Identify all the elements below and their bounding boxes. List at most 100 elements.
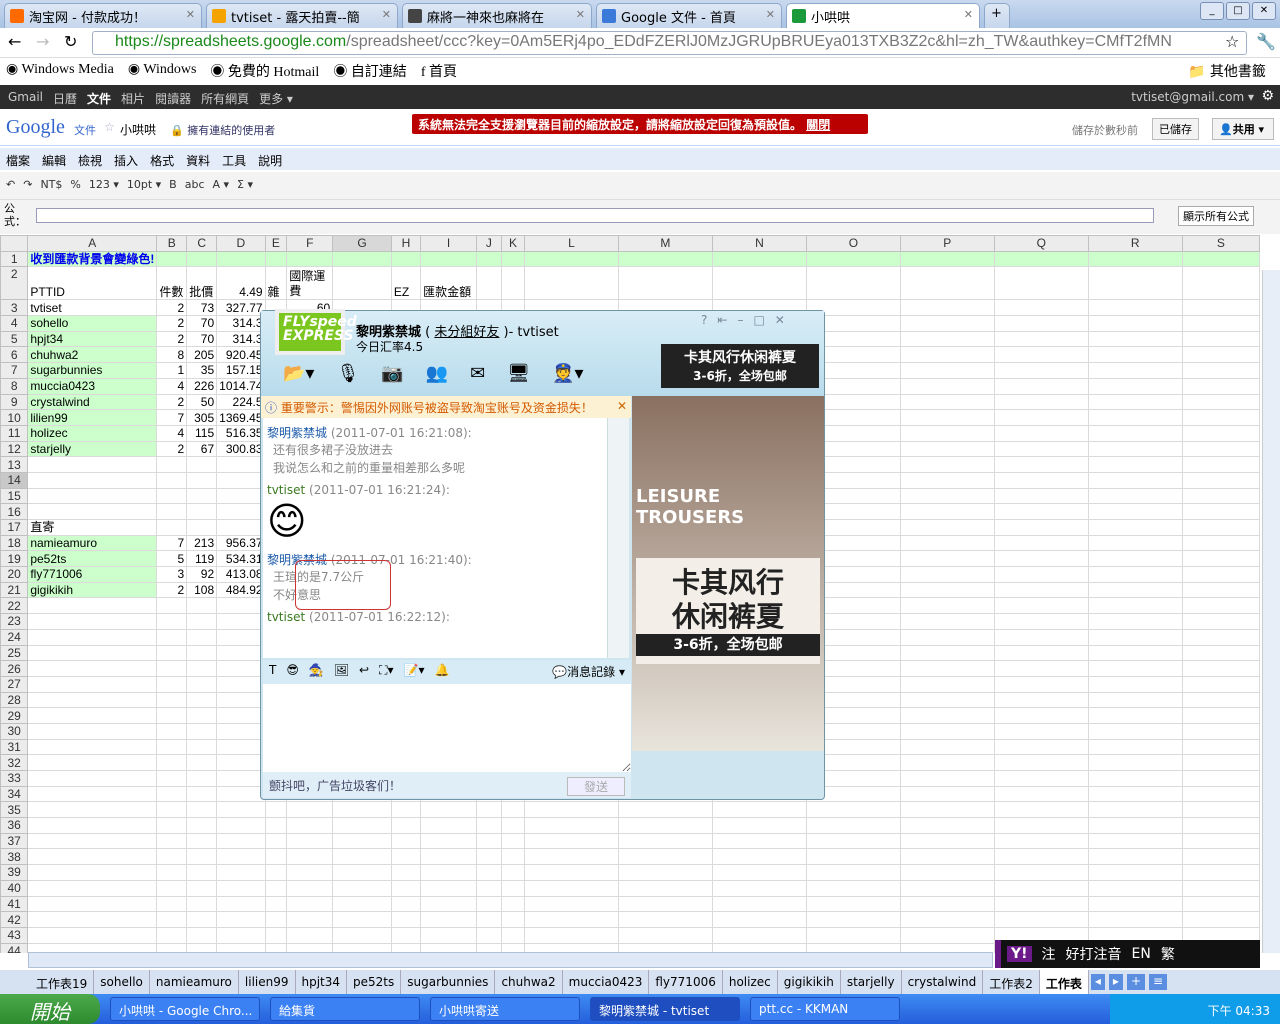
cell[interactable]: [216, 722, 266, 740]
cell[interactable]: [899, 597, 995, 615]
cell[interactable]: [993, 644, 1089, 662]
cell[interactable]: [420, 926, 477, 944]
cell[interactable]: [500, 879, 526, 897]
cell[interactable]: [216, 926, 266, 944]
cell[interactable]: [390, 250, 422, 268]
cell[interactable]: [420, 832, 477, 850]
cell[interactable]: [711, 848, 807, 866]
cell[interactable]: [899, 471, 995, 489]
cell[interactable]: 2: [156, 581, 188, 599]
cell[interactable]: 314.3: [216, 315, 266, 332]
cell[interactable]: [899, 895, 995, 913]
cell[interactable]: [156, 660, 188, 677]
sheet-tab[interactable]: holizec: [723, 970, 778, 994]
toolbar-button[interactable]: 10pt ▾: [127, 178, 161, 193]
taskbar-item[interactable]: 小哄哄寄送: [430, 997, 580, 1021]
cell[interactable]: [216, 817, 266, 834]
cell[interactable]: [993, 738, 1089, 756]
cell[interactable]: [156, 644, 188, 662]
cell[interactable]: [420, 864, 477, 881]
cell[interactable]: pe52ts: [27, 550, 158, 568]
cell[interactable]: 匯款金額: [420, 266, 477, 301]
cell[interactable]: [1087, 377, 1183, 395]
menu-item[interactable]: 格式: [150, 152, 174, 168]
cell[interactable]: [156, 785, 188, 803]
cell[interactable]: [805, 911, 901, 928]
cell[interactable]: [216, 597, 266, 615]
cell[interactable]: [524, 266, 619, 301]
cell[interactable]: 226: [186, 377, 218, 395]
row-header[interactable]: 22: [0, 597, 29, 615]
cell[interactable]: [186, 691, 218, 709]
bell-icon[interactable]: 🔔: [435, 663, 450, 681]
cell[interactable]: [899, 299, 995, 317]
cell[interactable]: [1181, 299, 1260, 317]
cell[interactable]: [1181, 566, 1260, 583]
cell[interactable]: [993, 471, 1089, 489]
cell[interactable]: 534.31: [216, 550, 266, 568]
cell[interactable]: [899, 926, 995, 944]
cell[interactable]: [1181, 895, 1260, 913]
cell[interactable]: [216, 487, 266, 505]
cell[interactable]: [156, 864, 188, 881]
undo-icon[interactable]: ↶: [6, 178, 15, 193]
row-header[interactable]: 42: [0, 911, 29, 928]
cell[interactable]: [899, 456, 995, 473]
cell[interactable]: lilien99: [27, 409, 158, 426]
cell[interactable]: [156, 487, 188, 505]
tab-close-icon[interactable]: ✕: [382, 8, 391, 21]
cell[interactable]: [475, 801, 502, 819]
cell[interactable]: [475, 848, 502, 866]
cell[interactable]: [186, 864, 218, 881]
cell[interactable]: [186, 801, 218, 819]
column-header[interactable]: O: [805, 235, 901, 252]
cell[interactable]: muccia0423: [27, 377, 158, 395]
cell[interactable]: [27, 926, 158, 944]
cell[interactable]: [264, 864, 288, 881]
gbar-item[interactable]: 相片: [121, 90, 145, 106]
minimize-icon[interactable]: –: [737, 313, 743, 327]
horizontal-scrollbar[interactable]: [28, 952, 993, 968]
toolbar-button[interactable]: NT$: [40, 178, 62, 193]
cell[interactable]: [993, 785, 1089, 803]
menu-item[interactable]: 編輯: [42, 152, 66, 168]
cell[interactable]: [216, 675, 266, 693]
cell[interactable]: 314.3: [216, 330, 266, 348]
cell[interactable]: [27, 675, 158, 693]
sheet-tab[interactable]: hpjt34: [296, 970, 348, 994]
cell[interactable]: [993, 534, 1089, 552]
cell[interactable]: [420, 848, 477, 866]
cell[interactable]: 1: [156, 362, 188, 379]
column-header[interactable]: I: [420, 235, 477, 252]
column-header[interactable]: N: [711, 235, 807, 252]
cell[interactable]: [500, 864, 526, 881]
row-header[interactable]: 10: [0, 409, 29, 426]
sheet-tab[interactable]: namieamuro: [150, 970, 239, 994]
row-header[interactable]: 32: [0, 754, 29, 771]
corner-cell[interactable]: [0, 235, 29, 252]
cell[interactable]: [899, 330, 995, 348]
cell[interactable]: [993, 848, 1089, 866]
row-header[interactable]: 14: [0, 471, 29, 489]
cell[interactable]: [1087, 801, 1183, 819]
cell[interactable]: [1181, 628, 1260, 646]
cell[interactable]: [27, 456, 158, 473]
cell[interactable]: [156, 911, 188, 928]
cell[interactable]: [216, 801, 266, 819]
cell[interactable]: [993, 487, 1089, 505]
cell[interactable]: [1087, 895, 1183, 913]
back-icon[interactable]: ←: [8, 32, 21, 51]
sheet-tab[interactable]: crystalwind: [902, 970, 984, 994]
row-header[interactable]: 41: [0, 895, 29, 913]
cell[interactable]: [1181, 879, 1260, 897]
cell[interactable]: 327.77: [216, 299, 266, 317]
cell[interactable]: [186, 879, 218, 897]
cell[interactable]: [993, 817, 1089, 834]
cell[interactable]: [264, 895, 288, 913]
cell[interactable]: [805, 895, 901, 913]
cell[interactable]: [617, 801, 713, 819]
cell[interactable]: [993, 456, 1089, 473]
cell[interactable]: [617, 911, 713, 928]
cell[interactable]: [1181, 250, 1260, 268]
cell[interactable]: [1181, 393, 1260, 411]
